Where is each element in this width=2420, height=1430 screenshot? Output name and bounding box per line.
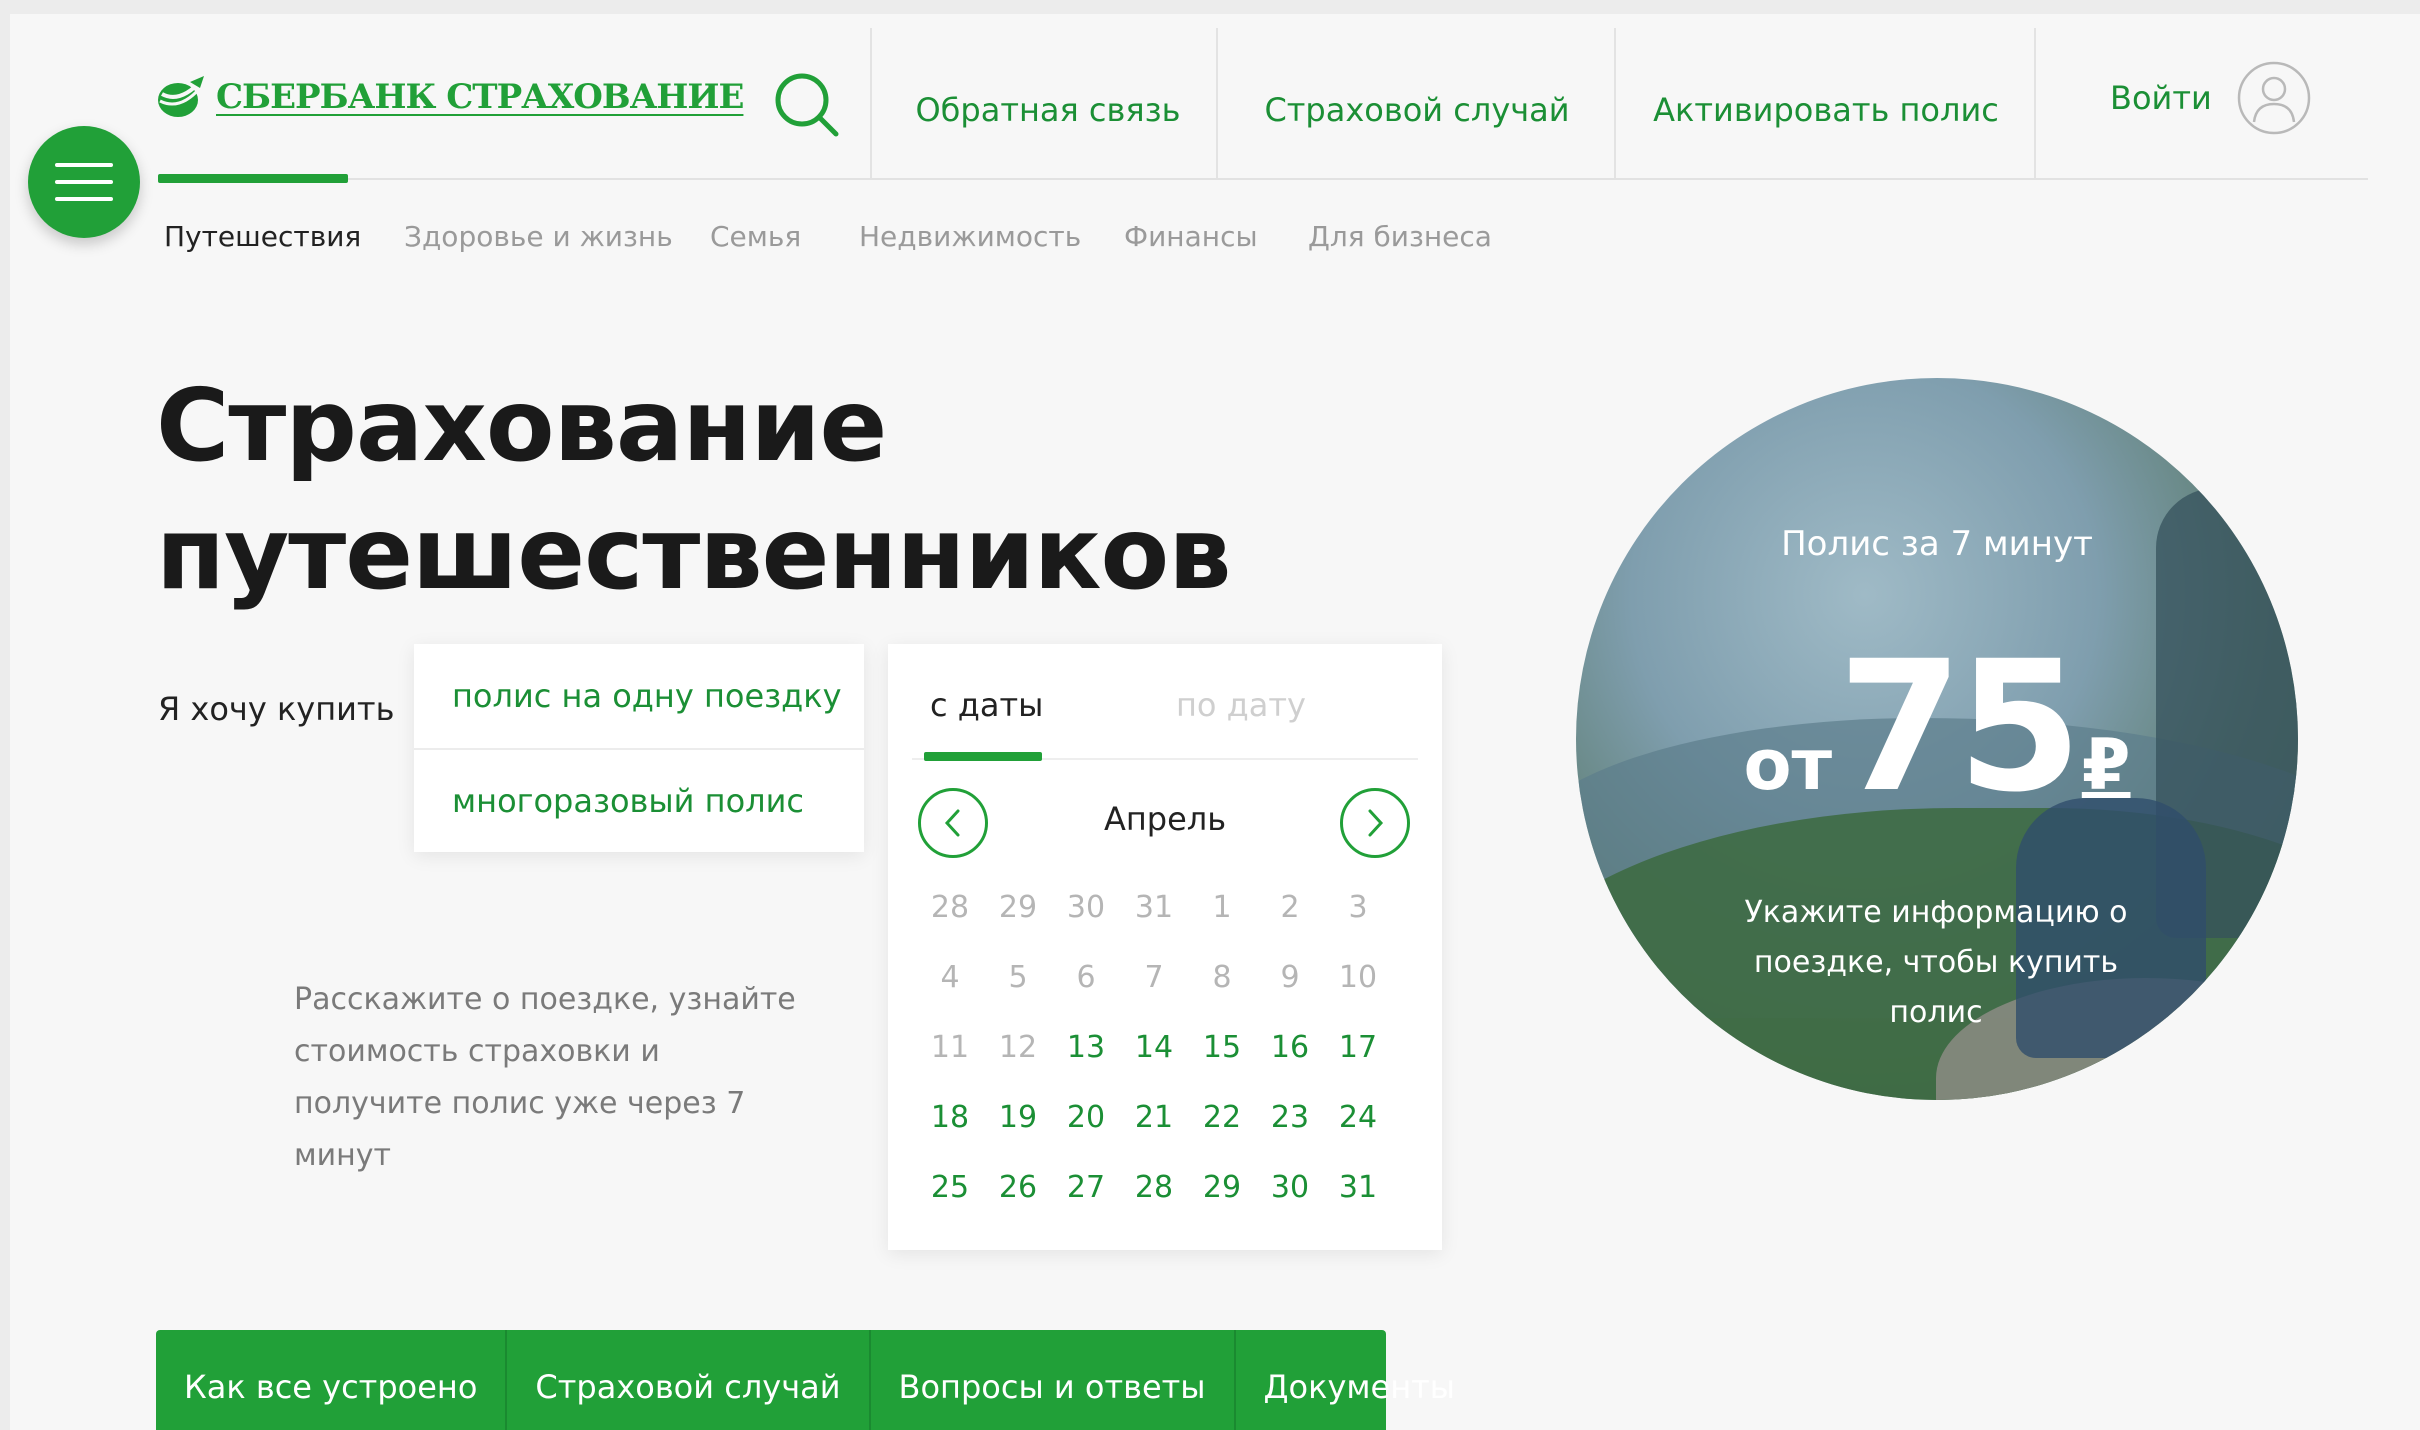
calendar-day[interactable]: 13 — [1052, 1012, 1120, 1082]
tab-to-date[interactable]: по дату — [1176, 686, 1306, 724]
calendar-day[interactable]: 27 — [1052, 1152, 1120, 1222]
category-travel[interactable]: Путешествия — [164, 220, 361, 253]
policy-type-selector: полис на одну поездку многоразовый полис — [414, 644, 864, 852]
category-health-life[interactable]: Здоровье и жизнь — [404, 220, 673, 253]
search-button[interactable] — [768, 66, 848, 146]
calendar-days-grid: 28 29 30 31 1 2 3 4 5 6 7 8 9 10 11 12 13 14 15 16 17 18 19 20 2… — [916, 872, 1396, 1222]
promo-note: Укажите информацию о поездке, чтобы купи… — [1744, 895, 2128, 1030]
nav-activate-policy[interactable]: Активировать полис — [1618, 42, 2034, 178]
calendar-day[interactable]: 4 — [916, 942, 984, 1012]
calendar-day[interactable]: 10 — [1324, 942, 1392, 1012]
nav-divider — [1216, 28, 1218, 178]
category-real-estate[interactable]: Недвижимость — [859, 220, 1081, 253]
login-button[interactable]: Войти — [2110, 60, 2312, 136]
section-nav: Как все устроено Страховой случай Вопрос… — [156, 1330, 1455, 1430]
calendar-day[interactable]: 21 — [1120, 1082, 1188, 1152]
promo-price-currency: ₽ — [2081, 724, 2131, 806]
page: СБЕРБАНК СТРАХОВАНИЕ Обратная связь Стра… — [10, 14, 2420, 1430]
sberbank-logo-icon — [158, 76, 204, 117]
calendar-day[interactable]: 30 — [1256, 1152, 1324, 1222]
calendar-day[interactable]: 8 — [1188, 942, 1256, 1012]
chevron-right-icon — [1368, 809, 1384, 837]
brand-logo[interactable]: СБЕРБАНК СТРАХОВАНИЕ — [154, 74, 744, 120]
promo-banner: Полис за 7 минут от 75 ₽ Укажите информа… — [1576, 378, 2298, 1100]
promo-subtitle: Полис за 7 минут — [1781, 524, 2093, 564]
calendar-day[interactable]: 7 — [1120, 942, 1188, 1012]
user-icon — [2237, 61, 2311, 135]
category-family[interactable]: Семья — [710, 220, 801, 253]
calendar-day[interactable]: 6 — [1052, 942, 1120, 1012]
page-title-line: путешественников — [156, 495, 1232, 612]
want-to-buy-label: Я хочу купить — [158, 690, 395, 728]
calendar-day[interactable]: 5 — [984, 942, 1052, 1012]
nav-insurance-case[interactable]: Страховой случай — [1220, 42, 1614, 178]
calendar-day[interactable]: 20 — [1052, 1082, 1120, 1152]
brand-name: СБЕРБАНК СТРАХОВАНИЕ — [216, 77, 744, 117]
calendar-tab-indicator — [924, 752, 1042, 761]
category-business[interactable]: Для бизнеса — [1308, 220, 1492, 253]
tab-from-date[interactable]: с даты — [930, 686, 1043, 724]
login-label: Войти — [2110, 79, 2212, 117]
calendar-day[interactable]: 23 — [1256, 1082, 1324, 1152]
page-title: Страхование путешественников — [156, 362, 1232, 618]
calendar-day[interactable]: 11 — [916, 1012, 984, 1082]
nav-divider — [2034, 28, 2036, 178]
menu-icon — [55, 163, 113, 201]
calendar-day[interactable]: 25 — [916, 1152, 984, 1222]
section-nav-insurance-case[interactable]: Страховой случай — [505, 1330, 868, 1430]
calendar-day[interactable]: 1 — [1188, 872, 1256, 942]
nav-divider — [1614, 28, 1616, 178]
calendar-day[interactable]: 17 — [1324, 1012, 1392, 1082]
section-nav-how-it-works[interactable]: Как все устроено — [156, 1330, 505, 1430]
calendar-day[interactable]: 3 — [1324, 872, 1392, 942]
calendar-day[interactable]: 16 — [1256, 1012, 1324, 1082]
calendar-day[interactable]: 29 — [984, 872, 1052, 942]
calendar-day[interactable]: 31 — [1120, 872, 1188, 942]
calendar-day[interactable]: 24 — [1324, 1082, 1392, 1152]
section-nav-faq[interactable]: Вопросы и ответы — [868, 1330, 1234, 1430]
calendar-day[interactable]: 28 — [1120, 1152, 1188, 1222]
next-month-button[interactable] — [1340, 788, 1410, 858]
nav-feedback[interactable]: Обратная связь — [880, 42, 1216, 178]
calendar-day[interactable]: 18 — [916, 1082, 984, 1152]
date-picker: с даты по дату Апрель 28 29 30 31 1 2 3 4 5 6 7 8 9 1… — [888, 644, 1442, 1250]
section-nav-documents[interactable]: Документы — [1233, 1330, 1484, 1430]
hero-description: Расскажите о поездке, узнайте стоимость … — [294, 982, 796, 1173]
page-title-line: Страхование — [156, 367, 887, 484]
header-divider — [158, 178, 2368, 180]
calendar-day[interactable]: 28 — [916, 872, 984, 942]
calendar-day[interactable]: 30 — [1052, 872, 1120, 942]
calendar-day[interactable]: 12 — [984, 1012, 1052, 1082]
calendar-day[interactable]: 15 — [1188, 1012, 1256, 1082]
search-icon — [775, 73, 839, 137]
calendar-day[interactable]: 31 — [1324, 1152, 1392, 1222]
calendar-day[interactable]: 14 — [1120, 1012, 1188, 1082]
calendar-day[interactable]: 29 — [1188, 1152, 1256, 1222]
option-single-trip[interactable]: полис на одну поездку — [414, 644, 864, 748]
menu-button[interactable] — [28, 126, 140, 238]
category-active-indicator — [158, 174, 348, 183]
calendar-day[interactable]: 2 — [1256, 872, 1324, 942]
promo-price-value: 75 — [1837, 623, 2082, 832]
promo-price-prefix: от — [1743, 724, 1833, 806]
category-finance[interactable]: Финансы — [1124, 220, 1258, 253]
calendar-day[interactable]: 9 — [1256, 942, 1324, 1012]
nav-divider — [870, 28, 872, 178]
calendar-day[interactable]: 22 — [1188, 1082, 1256, 1152]
calendar-day[interactable]: 19 — [984, 1082, 1052, 1152]
promo-price: от 75 ₽ — [1576, 638, 2298, 818]
calendar-day[interactable]: 26 — [984, 1152, 1052, 1222]
option-multi-trip[interactable]: многоразовый полис — [414, 748, 864, 852]
